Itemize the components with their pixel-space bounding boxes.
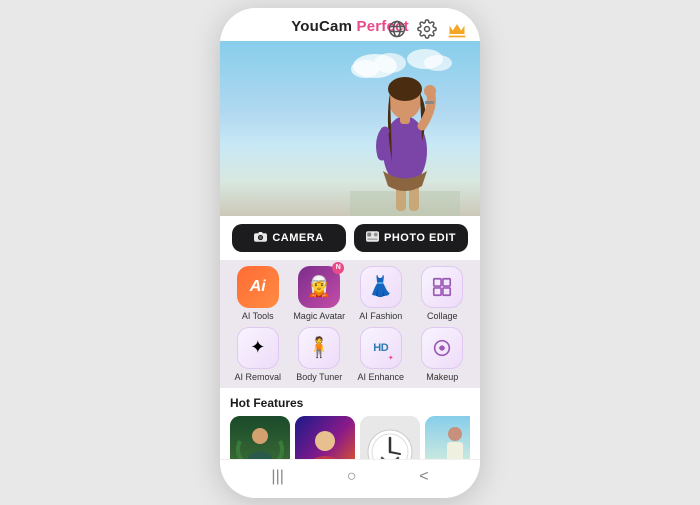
photo-edit-button[interactable]: PHOTO EDIT: [354, 224, 468, 252]
hot-thumb-1[interactable]: [230, 416, 290, 459]
collage-label: Collage: [427, 311, 458, 321]
ai-fashion-label: AI Fashion: [359, 311, 402, 321]
feature-ai-tools[interactable]: Ai AI Tools: [230, 266, 286, 321]
page-wrapper: YouCam Perfect: [0, 0, 700, 505]
feature-collage[interactable]: Collage: [415, 266, 471, 321]
magic-avatar-icon-box: 🧝 N: [298, 266, 340, 308]
hero-image: [220, 41, 480, 216]
camera-button[interactable]: CAMERA: [232, 224, 346, 252]
ai-removal-label: AI Removal: [234, 372, 281, 382]
body-tuner-icon-box: 🧍: [298, 327, 340, 369]
ai-enhance-icon-box: HD ✦: [360, 327, 402, 369]
app-title-youcam: YouCam: [291, 18, 352, 35]
action-buttons: CAMERA PHOTO EDIT: [220, 216, 480, 260]
ai-tools-label: AI Tools: [242, 311, 274, 321]
body-tuner-label: Body Tuner: [296, 372, 342, 382]
hot-features-strip: [230, 416, 470, 459]
photo-edit-icon: [366, 231, 379, 245]
crown-icon[interactable]: [446, 18, 468, 40]
camera-icon: [254, 231, 267, 245]
camera-button-label: CAMERA: [272, 232, 323, 244]
bottom-nav: ||| ○ <: [220, 459, 480, 498]
settings-icon[interactable]: [416, 18, 438, 40]
app-header: YouCam Perfect: [220, 8, 480, 41]
feature-makeup[interactable]: Makeup: [415, 327, 471, 382]
feature-magic-avatar[interactable]: 🧝 N Magic Avatar: [292, 266, 348, 321]
ai-fashion-icon-box: 👗: [360, 266, 402, 308]
hot-features-section: Hot Features: [220, 388, 480, 459]
feature-ai-removal[interactable]: ✦ AI Removal: [230, 327, 286, 382]
collage-icon-box: [421, 266, 463, 308]
phone-frame: YouCam Perfect: [220, 8, 480, 498]
feature-grid: Ai AI Tools 🧝 N Magic Avatar 👗 AI Fashio…: [220, 260, 480, 388]
nav-back-icon[interactable]: <: [419, 468, 428, 486]
header-icons: [386, 18, 468, 40]
hot-thumb-3[interactable]: [360, 416, 420, 459]
hot-thumb-2[interactable]: [295, 416, 355, 459]
hot-thumb-4[interactable]: [425, 416, 470, 459]
ai-enhance-label: AI Enhance: [357, 372, 404, 382]
nav-home-icon[interactable]: ○: [347, 468, 357, 486]
makeup-label: Makeup: [426, 372, 458, 382]
magic-avatar-label: Magic Avatar: [293, 311, 345, 321]
new-badge: N: [332, 262, 344, 274]
nav-recents-icon[interactable]: |||: [271, 468, 283, 486]
hero-woman-figure: [350, 41, 460, 216]
ai-removal-icon-box: ✦: [237, 327, 279, 369]
feature-ai-enhance[interactable]: HD ✦ AI Enhance: [353, 327, 409, 382]
makeup-icon-box: [421, 327, 463, 369]
feature-body-tuner[interactable]: 🧍 Body Tuner: [292, 327, 348, 382]
ai-tools-icon-box: Ai: [237, 266, 279, 308]
hot-features-title: Hot Features: [230, 396, 470, 410]
explore-icon[interactable]: [386, 18, 408, 40]
feature-ai-fashion[interactable]: 👗 AI Fashion: [353, 266, 409, 321]
photo-edit-button-label: PHOTO EDIT: [384, 232, 456, 244]
